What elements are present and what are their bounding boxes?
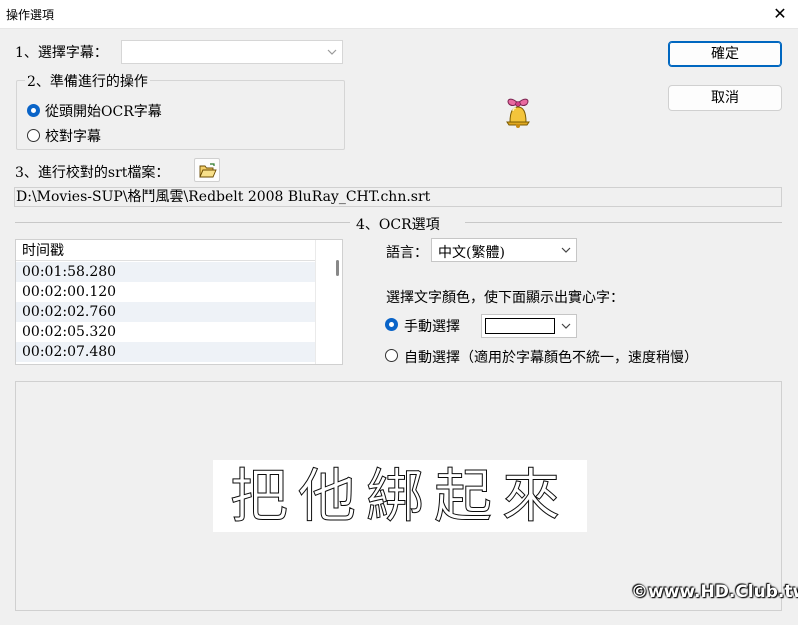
- radio-manual-color-label[interactable]: 手動選擇: [404, 316, 460, 336]
- color-prompt: 選擇文字顏色，使下面顯示出實心字：: [386, 290, 624, 306]
- separator-right: [465, 222, 782, 223]
- bell-icon: [506, 98, 530, 128]
- radio-proofread[interactable]: [27, 129, 40, 142]
- color-swatch: [485, 318, 555, 334]
- subtitle-bitmap: 把他綁起來: [213, 460, 587, 532]
- table-row[interactable]: 00:02:05.320: [16, 322, 316, 342]
- close-icon: ✕: [773, 4, 787, 23]
- subtitle-glyphs: 把他綁起來: [229, 462, 570, 531]
- srt-path-text: D:\Movies-SUP\格鬥風雲\Redbelt 2008 BluRay_C…: [16, 189, 431, 205]
- window-title: 操作選項: [6, 8, 55, 22]
- title-bar: 操作選項 ✕: [0, 0, 798, 29]
- radio-proofread-label[interactable]: 校對字幕: [45, 126, 101, 146]
- radio-auto-color-label[interactable]: 自動選擇（適用於字幕顏色不統一，速度稍慢）: [404, 347, 698, 367]
- radio-ocr-from-start[interactable]: [27, 104, 40, 117]
- open-srt-button[interactable]: [194, 158, 220, 182]
- step4-label: 4、OCR選項: [356, 217, 440, 233]
- cancel-button[interactable]: 取消: [668, 85, 782, 111]
- srt-path-field[interactable]: D:\Movies-SUP\格鬥風雲\Redbelt 2008 BluRay_C…: [14, 187, 782, 207]
- radio-ocr-from-start-label[interactable]: 從頭開始OCR字幕: [45, 101, 162, 121]
- list-scrollbar[interactable]: [315, 240, 342, 364]
- list-header[interactable]: 时间戳: [16, 241, 316, 261]
- step2-legend: 2、準備進行的操作: [25, 71, 150, 91]
- scrollbar-thumb[interactable]: [336, 260, 339, 276]
- subtitle-preview: 把他綁起來: [15, 381, 782, 611]
- chevron-down-icon: [561, 247, 571, 253]
- language-label: 語言：: [386, 245, 428, 261]
- color-select[interactable]: [481, 314, 577, 338]
- subtitle-select[interactable]: [121, 40, 343, 64]
- table-row[interactable]: 00:02:07.480: [16, 342, 316, 362]
- language-select[interactable]: 中文(繁體): [431, 238, 577, 262]
- chevron-down-icon: [327, 49, 337, 55]
- language-select-value: 中文(繁體): [438, 245, 505, 261]
- separator-left: [15, 222, 350, 223]
- table-row[interactable]: 00:02:02.760: [16, 302, 316, 322]
- close-button[interactable]: ✕: [768, 2, 792, 26]
- timestamp-list[interactable]: 时间戳 00:01:58.280 00:02:00.120 00:02:02.7…: [15, 239, 343, 365]
- step3-label: 3、進行校對的srt檔案：: [15, 165, 170, 181]
- watermark: ©www.HD.Club.tw: [631, 582, 798, 602]
- radio-auto-color[interactable]: [385, 349, 398, 362]
- radio-manual-color[interactable]: [385, 318, 398, 331]
- chevron-down-icon: [561, 323, 571, 329]
- step1-label: 1、選擇字幕：: [15, 45, 108, 61]
- table-row[interactable]: 00:01:58.280: [16, 262, 316, 282]
- ok-button[interactable]: 確定: [668, 41, 782, 67]
- table-row[interactable]: 00:02:00.120: [16, 282, 316, 302]
- folder-open-icon: [199, 163, 217, 178]
